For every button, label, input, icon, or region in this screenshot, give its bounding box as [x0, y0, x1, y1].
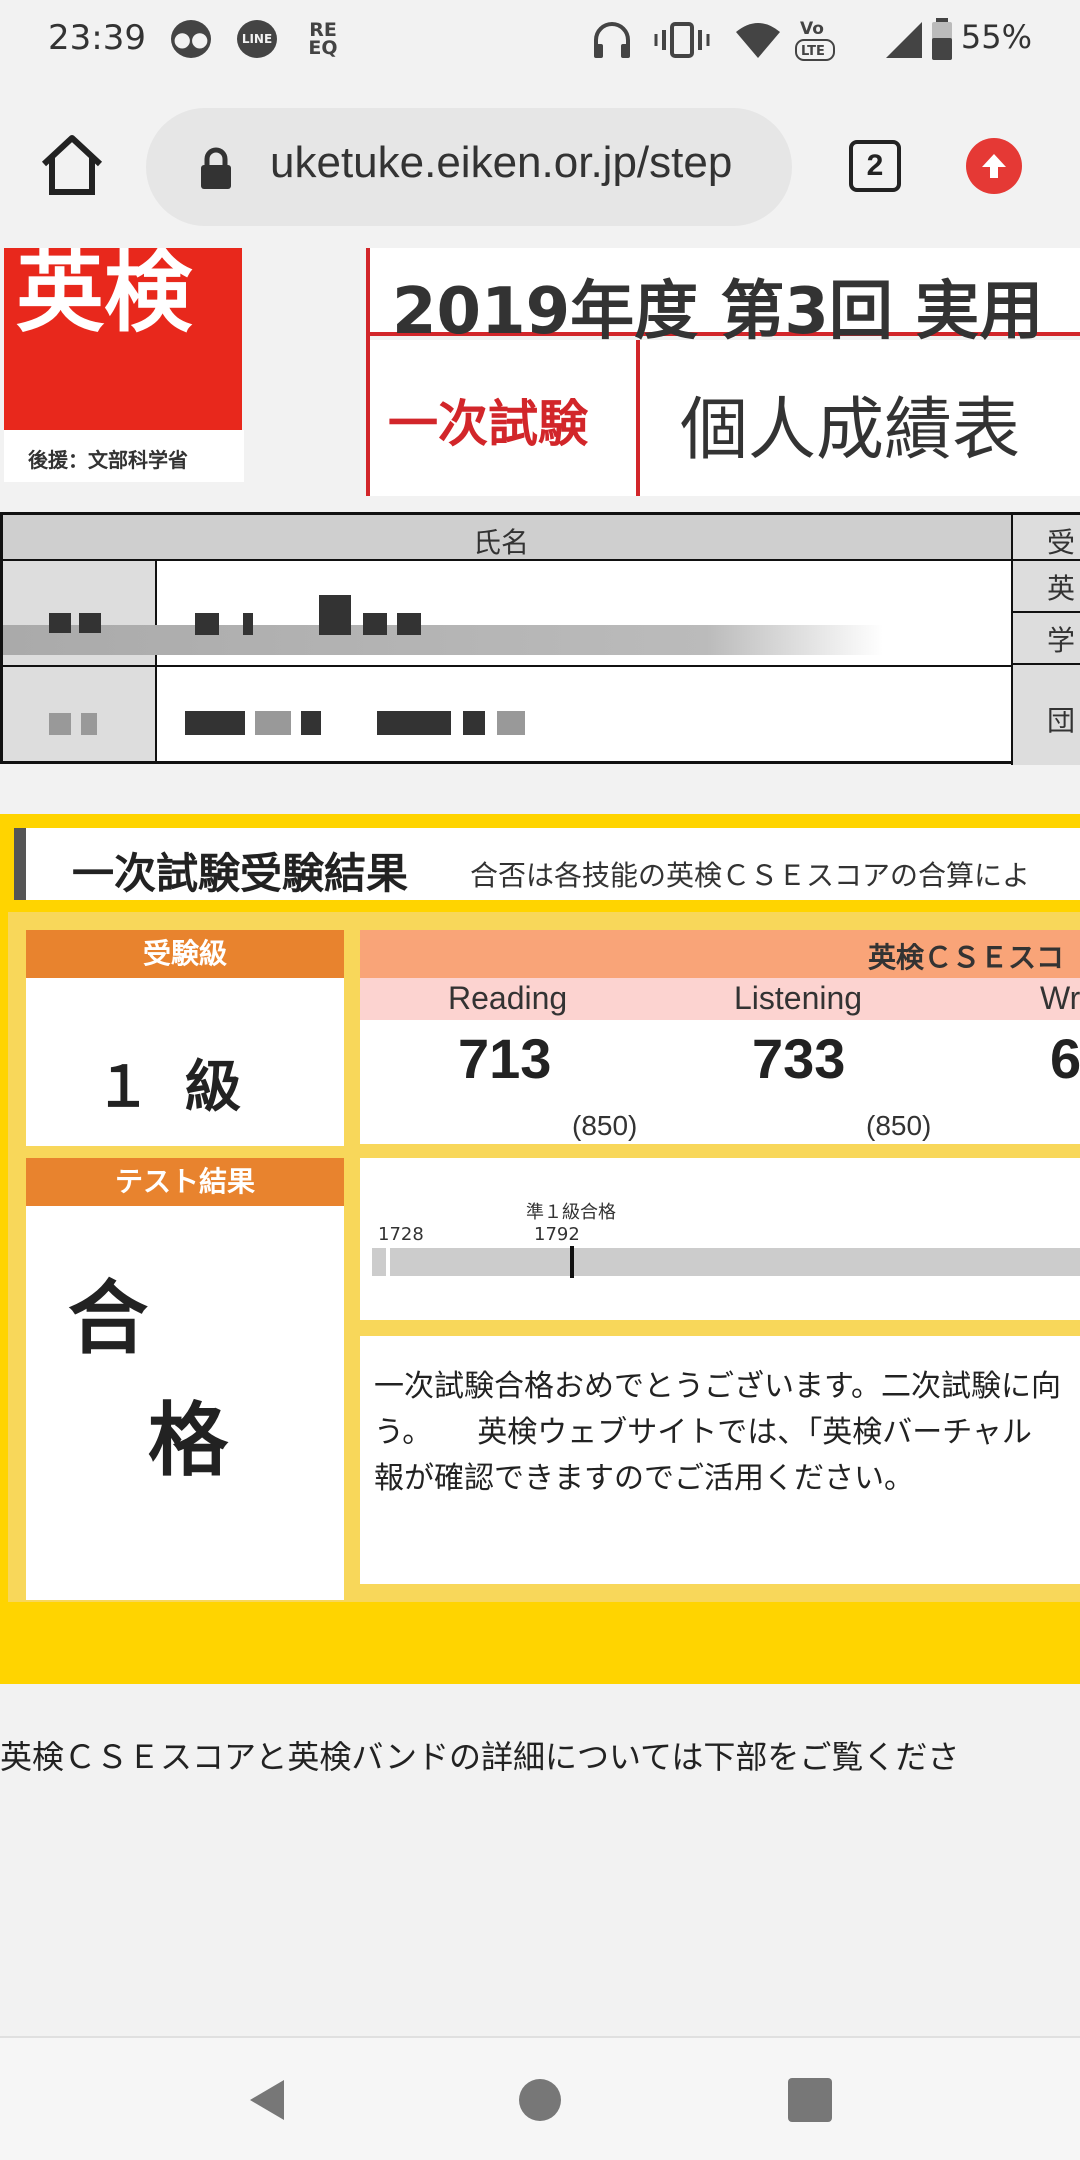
- url-text: uketuke.eiken.or.jp/step: [270, 138, 733, 187]
- home-nav-icon[interactable]: [516, 2076, 564, 2124]
- results-header: 一次試験受験結果 合否は各技能の英検ＣＳＥスコアの合算によ: [14, 828, 1080, 900]
- redacted-text: [255, 711, 291, 735]
- skill-listening-label: Listening: [734, 980, 863, 1016]
- redacted-text: [243, 613, 253, 635]
- name-header: 氏名: [473, 526, 530, 559]
- browser-toolbar: uketuke.eiken.or.jp/step 2: [0, 88, 1080, 248]
- reading-score: 713: [458, 1027, 552, 1090]
- status-bar: 23:39 ●● LINE RE EQ Vo LTE 55%: [0, 0, 1080, 88]
- first-exam-results: 一次試験受験結果 合否は各技能の英検ＣＳＥスコアの合算によ 受験級 １級 テスト…: [0, 814, 1080, 1684]
- wifi-icon: [736, 23, 780, 58]
- skill-writing-label: Wr: [1040, 980, 1080, 1016]
- exam-title: 2019年度 第3回 実用: [392, 275, 1044, 349]
- redacted-text: [397, 613, 421, 635]
- signal-icon: [886, 22, 922, 58]
- band-marker: [570, 1246, 574, 1278]
- web-page: 英検 後援：文部科学省 2019年度 第3回 実用 一次試験 個人成績表 氏名: [0, 248, 1080, 2036]
- test-result-label: テスト結果: [26, 1158, 344, 1206]
- redacted-text: [79, 613, 101, 633]
- svg-text:LTE: LTE: [801, 44, 825, 59]
- reeq-icon: RE EQ: [308, 19, 338, 59]
- line-icon: LINE: [234, 16, 280, 62]
- congratulations-message: 一次試験合格おめでとうございます。二次試験に向 う。 英検ウェブサイトでは、「英…: [374, 1369, 1061, 1496]
- grade-box: 受験級 １級: [26, 930, 344, 1146]
- skill-reading-label: Reading: [448, 980, 568, 1016]
- status-time: 23:39: [48, 18, 146, 58]
- cse-score-header: 英検ＣＳＥスコ: [360, 930, 1080, 978]
- first-exam-label: 一次試験: [370, 340, 640, 496]
- redacted-text: [497, 711, 525, 735]
- reading-max: (850): [572, 1110, 638, 1141]
- pass-result-char-2: 格: [148, 1394, 228, 1487]
- band-tick-1792: 1792: [534, 1224, 580, 1245]
- address-bar[interactable]: uketuke.eiken.or.jp/step: [146, 108, 792, 226]
- examinee-info-table: 氏名 受 英 学 団: [0, 512, 1080, 765]
- grade-value: １級: [95, 1055, 275, 1120]
- redaction-blur: [3, 625, 883, 655]
- listening-score: 733: [752, 1027, 846, 1090]
- message-panel: 一次試験合格おめでとうございます。二次試験に向 う。 英検ウェブサイトでは、「英…: [360, 1336, 1080, 1584]
- back-icon[interactable]: [244, 2076, 292, 2124]
- redacted-text: [463, 711, 485, 735]
- redacted-text: [377, 711, 451, 735]
- lock-icon: [201, 147, 231, 189]
- redacted-text: [363, 613, 387, 635]
- test-result-box: テスト結果 合 格: [26, 1158, 344, 1600]
- home-icon[interactable]: [36, 128, 108, 200]
- redacted-text: [81, 713, 97, 735]
- results-note: 合否は各技能の英検ＣＳＥスコアの合算によ: [470, 859, 1031, 892]
- redacted-text: [185, 711, 245, 735]
- battery-icon: [932, 18, 952, 60]
- arrow-up-icon: [982, 154, 1006, 178]
- messenger-icon: ●●: [168, 16, 214, 62]
- redacted-text: [49, 613, 71, 633]
- battery-percent: 55%: [960, 18, 1032, 56]
- report-header: 2019年度 第3回 実用 一次試験 個人成績表: [366, 248, 1080, 496]
- svg-text:Vo: Vo: [800, 19, 824, 39]
- tab-switcher-button[interactable]: 2: [849, 140, 901, 192]
- writing-score: 6: [1050, 1027, 1080, 1090]
- headphones-icon: [594, 22, 630, 58]
- cse-footnote: 英検ＣＳＥスコアと英検バンドの詳細については下部をご覧くださ: [0, 1738, 960, 1776]
- update-button[interactable]: [966, 138, 1022, 194]
- band-pass-label: 準１級合格: [526, 1202, 616, 1223]
- cse-score-panel: 英検ＣＳＥスコ Reading Listening Wr 713 733 6 (…: [360, 930, 1080, 1144]
- eiken-band-panel: 準１級合格 1728 1792: [360, 1158, 1080, 1320]
- volte-icon: Vo LTE: [795, 19, 835, 61]
- redacted-text: [319, 595, 351, 635]
- grade-label: 受験級: [26, 930, 344, 978]
- recents-icon[interactable]: [786, 2076, 834, 2124]
- results-title: 一次試験受験結果: [72, 849, 409, 898]
- pass-result-char-1: 合: [68, 1272, 148, 1365]
- redacted-text: [49, 713, 71, 735]
- listening-max: (850): [866, 1110, 932, 1141]
- vibrate-icon: [654, 22, 710, 58]
- navigation-bar: [0, 2036, 1080, 2160]
- band-tick-1728: 1728: [378, 1224, 424, 1245]
- logo-sponsor: 後援：文部科学省: [4, 430, 244, 482]
- band-bar: [372, 1248, 1080, 1276]
- redacted-text: [301, 711, 321, 735]
- report-title: 個人成績表: [680, 391, 1021, 470]
- eiken-logo: 英検: [4, 248, 242, 460]
- redacted-text: [195, 613, 219, 635]
